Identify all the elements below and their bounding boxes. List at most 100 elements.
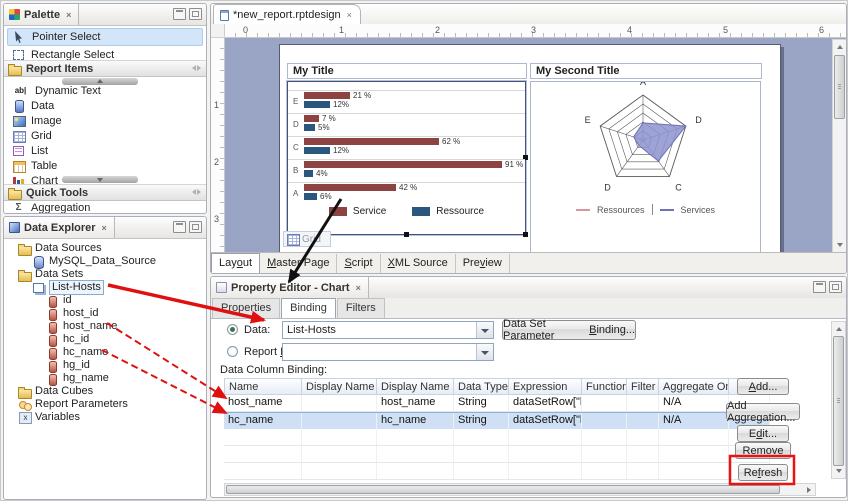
- column-header-display-name[interactable]: Display Name: [377, 378, 454, 395]
- tree-item-id[interactable]: id: [6, 294, 204, 307]
- report-page[interactable]: My Title E21 %12%D7 %5%C62 %12%B91 %4%A4…: [279, 44, 781, 255]
- folder-icon: [8, 187, 21, 199]
- table-row[interactable]: hc_namehc_nameStringdataSetRow["hc...N/A: [224, 412, 770, 430]
- editor-page-tab-layout[interactable]: Layout: [211, 253, 260, 273]
- radar-chart-element[interactable]: My Second Title ADCDE RessourcesServices: [530, 63, 762, 253]
- data-set-parameter-binding-button[interactable]: Data Set Parameter Binding...: [502, 320, 636, 340]
- binding-table-header: NameDisplay Name IDDisplay NameData Type…: [224, 378, 770, 395]
- column-header-display-name-id[interactable]: Display Name ID: [302, 378, 377, 395]
- property-tab-binding[interactable]: Binding: [281, 298, 336, 318]
- palette-tool-pointer-select[interactable]: Pointer Select: [7, 28, 203, 46]
- tree-item-report-parameters[interactable]: Report Parameters: [6, 398, 204, 411]
- editor-page-tab-xml-source[interactable]: XML Source: [381, 254, 456, 273]
- property-vertical-scrollbar[interactable]: [831, 321, 846, 479]
- selection-handle[interactable]: [404, 232, 409, 237]
- editor-page-tab-master-page[interactable]: Master Page: [260, 254, 337, 273]
- scroll-down-strip[interactable]: [62, 176, 138, 183]
- tree-item-list-hosts[interactable]: List-Hosts: [6, 281, 204, 294]
- close-icon[interactable]: ×: [102, 223, 107, 233]
- column-header-function[interactable]: Function: [582, 378, 627, 395]
- tree-item-host_id[interactable]: host_id: [6, 307, 204, 320]
- tree-item-hg_name[interactable]: hg_name: [6, 372, 204, 385]
- scroll-down-icon[interactable]: [837, 243, 843, 247]
- data-explorer-tab[interactable]: Data Explorer ×: [4, 217, 115, 238]
- data-radio[interactable]: [227, 324, 238, 335]
- property-horizontal-scrollbar[interactable]: [224, 483, 816, 496]
- tree-item-hc_name[interactable]: hc_name: [6, 346, 204, 359]
- property-tab-properties[interactable]: Properties: [212, 298, 280, 318]
- tree-item-variables[interactable]: Variables: [6, 411, 204, 424]
- palette-item-grid[interactable]: Grid: [7, 128, 203, 143]
- bar-line: 91 %: [304, 161, 523, 168]
- grid-element-tab[interactable]: Grid: [283, 231, 331, 247]
- radar-chart-plot[interactable]: ADCDE RessourcesServices: [530, 81, 761, 253]
- tree-item-mysql_data_source[interactable]: MySQL_Data_Source: [6, 255, 204, 268]
- bar-chart-plot[interactable]: E21 %12%D7 %5%C62 %12%B91 %4%A42 %6%Serv…: [287, 81, 526, 235]
- collapse-toggle-icon[interactable]: [192, 64, 201, 71]
- maximize-icon[interactable]: [829, 281, 842, 293]
- close-icon[interactable]: ×: [66, 10, 71, 20]
- property-editor-titlebar: Property Editor - Chart ×: [211, 277, 846, 299]
- scroll-down-icon[interactable]: [836, 469, 842, 473]
- button-addaggregation[interactable]: Add Aggregation...: [726, 403, 800, 420]
- editor-page-tab-script[interactable]: Script: [337, 254, 380, 273]
- editor-page-tab-preview[interactable]: Preview: [456, 254, 510, 273]
- chevron-down-icon[interactable]: [476, 344, 493, 360]
- scroll-up-icon[interactable]: [837, 45, 843, 49]
- chevron-down-icon[interactable]: [476, 322, 493, 338]
- editor-vertical-scrollbar[interactable]: [832, 39, 847, 253]
- report-item-combo[interactable]: [282, 343, 494, 361]
- section-header-report-items[interactable]: Report Items: [4, 60, 206, 77]
- column-header-name[interactable]: Name: [224, 378, 302, 395]
- table-row[interactable]: [224, 446, 770, 463]
- table-row[interactable]: [224, 429, 770, 446]
- column-header-data-type[interactable]: Data Type: [454, 378, 509, 395]
- close-icon[interactable]: ×: [347, 10, 352, 20]
- bar-chart-legend: ServiceRessource: [288, 206, 525, 217]
- data-set-combo[interactable]: List-Hosts: [282, 321, 494, 339]
- minimize-icon[interactable]: [173, 221, 186, 233]
- button-remove[interactable]: Remove: [735, 442, 791, 459]
- button-refresh[interactable]: Refresh: [738, 464, 788, 481]
- minimize-icon[interactable]: [173, 8, 186, 20]
- table-row[interactable]: [224, 463, 770, 480]
- column-header-filter[interactable]: Filter: [627, 378, 659, 395]
- palette-item-dynamic-text[interactable]: ab|Dynamic Text: [7, 83, 203, 98]
- bar-chart-element[interactable]: My Title E21 %12%D7 %5%C62 %12%B91 %4%A4…: [287, 63, 527, 235]
- palette-item-aggregation[interactable]: ΣAggregation: [7, 200, 203, 214]
- report-item-radio[interactable]: [227, 346, 238, 357]
- table-cell: String: [454, 395, 509, 411]
- close-icon[interactable]: ×: [356, 283, 361, 293]
- tree-item-hc_id[interactable]: hc_id: [6, 333, 204, 346]
- button-edit[interactable]: Edit...: [737, 425, 789, 442]
- tree-item-data-sources[interactable]: Data Sources: [6, 242, 204, 255]
- section-header-quick-tools[interactable]: Quick Tools: [4, 184, 206, 201]
- palette-tab[interactable]: Palette ×: [4, 4, 79, 25]
- selection-handle[interactable]: [523, 232, 528, 237]
- collapse-toggle-icon[interactable]: [192, 188, 201, 195]
- radar-axis-label: A: [640, 82, 646, 87]
- palette-item-image[interactable]: Image: [7, 113, 203, 128]
- property-tab-filters[interactable]: Filters: [337, 298, 385, 318]
- tree-item-data-cubes[interactable]: Data Cubes: [6, 385, 204, 398]
- tree-item-hg_id[interactable]: hg_id: [6, 359, 204, 372]
- palette-item-data[interactable]: Data: [7, 98, 203, 113]
- minimize-icon[interactable]: [813, 281, 826, 293]
- property-editor-tab[interactable]: Property Editor - Chart ×: [211, 277, 369, 298]
- bar-ressource: [304, 124, 315, 131]
- column-header-expression[interactable]: Expression: [509, 378, 582, 395]
- scroll-up-icon[interactable]: [836, 327, 842, 331]
- palette-item-list[interactable]: List: [7, 143, 203, 158]
- bar-value-label: 6%: [320, 193, 332, 200]
- editor-tab-new-report[interactable]: *new_report.rptdesign ×: [213, 4, 361, 25]
- scroll-right-icon[interactable]: [807, 487, 811, 493]
- tree-item-host_name[interactable]: host_name: [6, 320, 204, 333]
- tree-item-data-sets[interactable]: Data Sets: [6, 268, 204, 281]
- table-row[interactable]: host_namehost_nameStringdataSetRow["ho..…: [224, 395, 770, 412]
- maximize-icon[interactable]: [189, 8, 202, 20]
- button-add[interactable]: Add...: [737, 378, 789, 395]
- layout-canvas[interactable]: My Title E21 %12%D7 %5%C62 %12%B91 %4%A4…: [225, 38, 847, 255]
- table-cell: [454, 429, 509, 445]
- palette-item-table[interactable]: Table: [7, 158, 203, 173]
- maximize-icon[interactable]: [189, 221, 202, 233]
